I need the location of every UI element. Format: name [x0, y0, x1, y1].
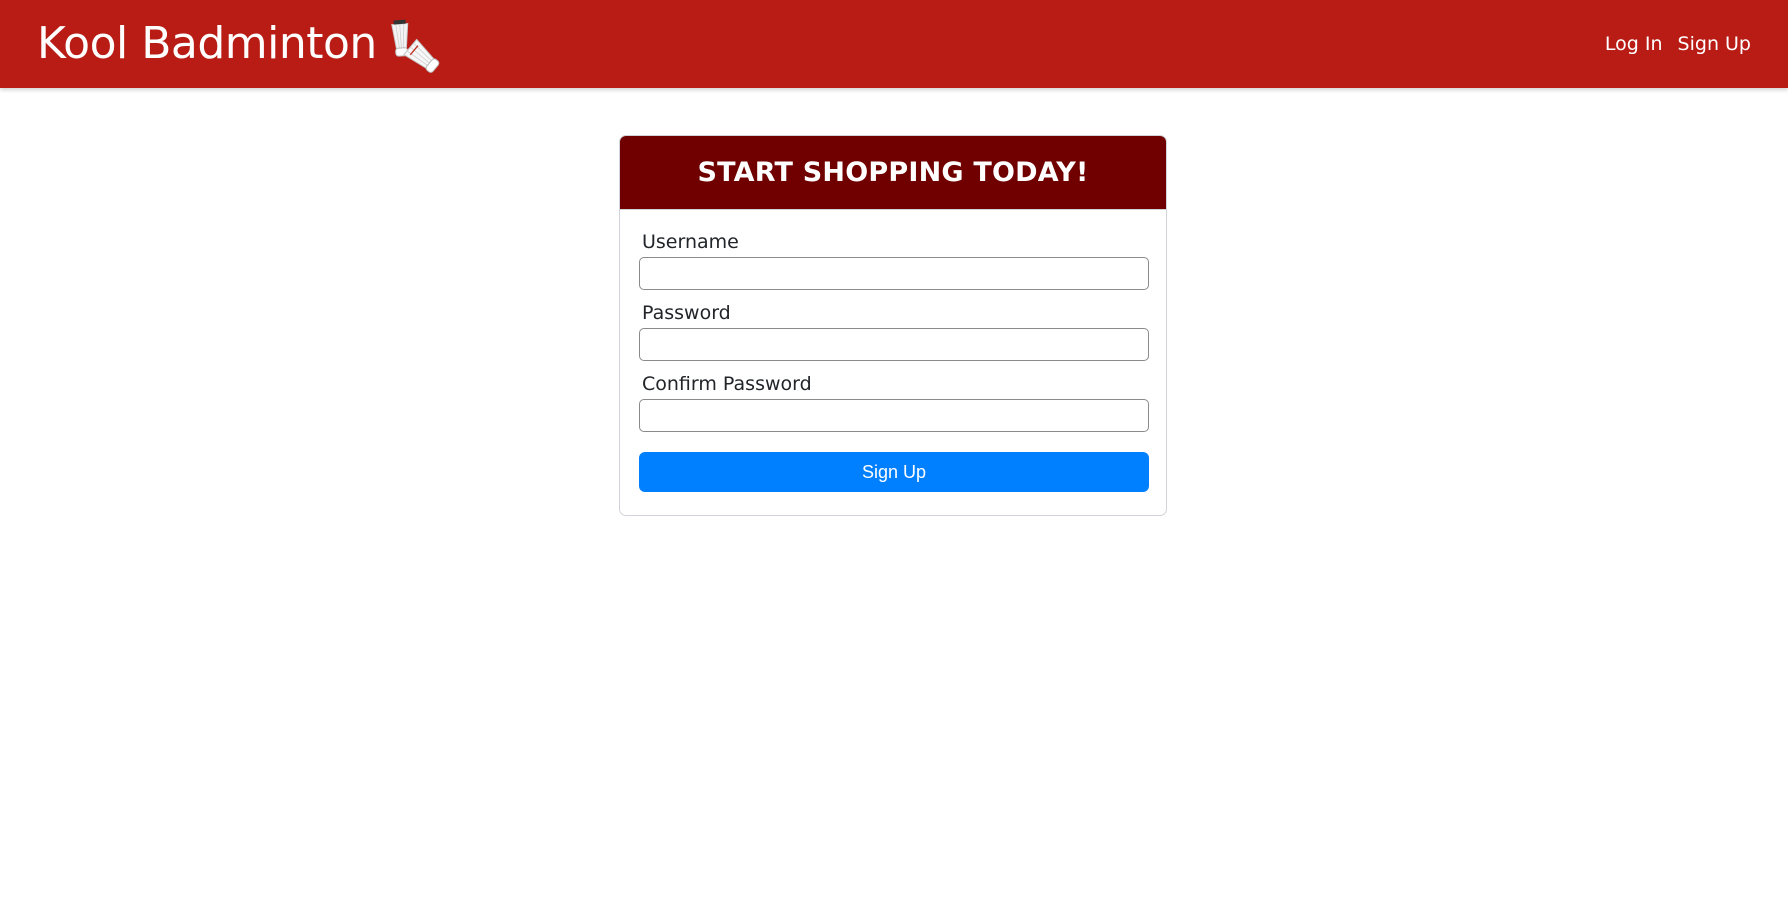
shuttlecock-icon — [390, 19, 440, 73]
username-input[interactable] — [639, 257, 1149, 290]
signup-card-title: START SHOPPING TODAY! — [697, 157, 1089, 188]
password-input[interactable] — [639, 328, 1149, 361]
nav-links: Log In Sign Up — [1590, 0, 1751, 88]
brand-name: Kool Badminton — [37, 18, 377, 69]
password-label: Password — [642, 302, 731, 324]
brand-link[interactable]: Kool Badminton — [37, 0, 441, 88]
signup-card: START SHOPPING TODAY! Username Password … — [619, 135, 1167, 516]
confirm-password-input[interactable] — [639, 399, 1149, 432]
signup-submit-button[interactable]: Sign Up — [639, 452, 1149, 492]
top-navbar: Kool Badminton Log In Sign Up — [0, 0, 1788, 88]
nav-signup-link[interactable]: Sign Up — [1678, 33, 1751, 55]
signup-card-header: START SHOPPING TODAY! — [620, 136, 1166, 210]
confirm-password-label: Confirm Password — [642, 373, 812, 395]
username-label: Username — [642, 231, 739, 253]
nav-login-link[interactable]: Log In — [1605, 33, 1663, 55]
signup-form: Username Password Confirm Password Sign … — [620, 210, 1166, 492]
